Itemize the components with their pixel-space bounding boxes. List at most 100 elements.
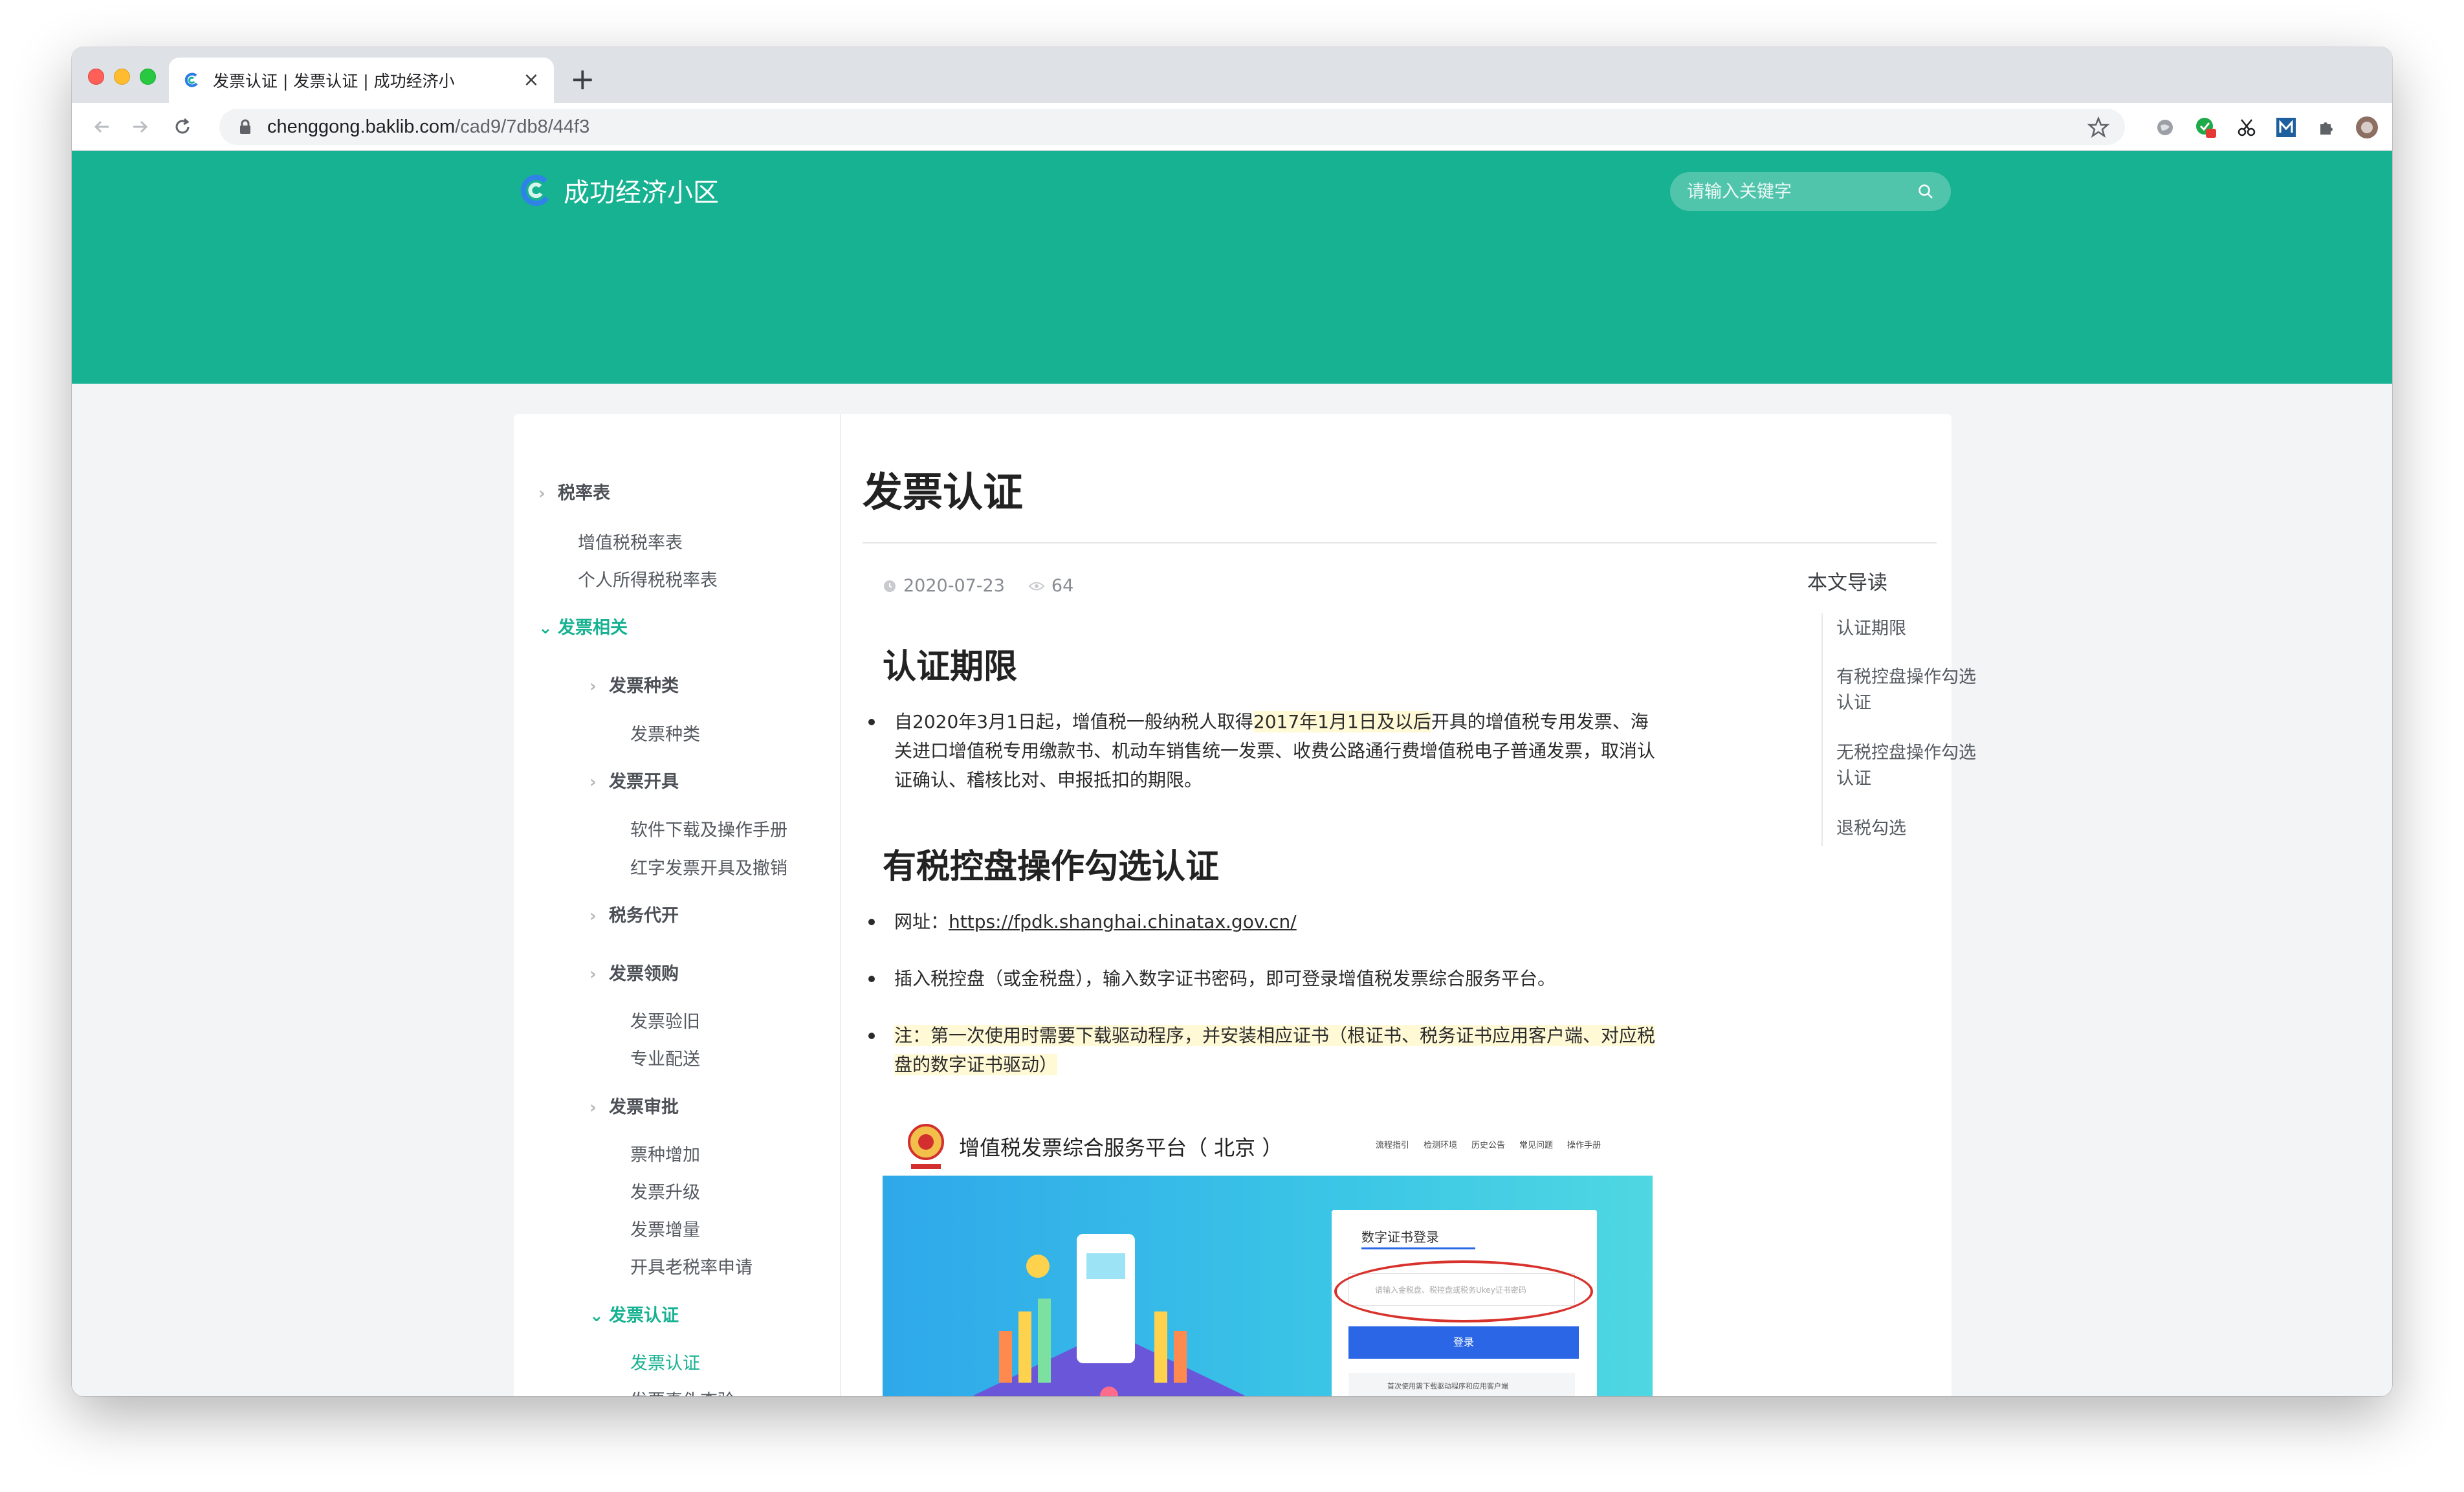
chevron-right-icon: › (589, 906, 597, 926)
title-divider (863, 542, 1937, 543)
chevron-right-icon: › (589, 1098, 597, 1117)
bookmark-star-icon[interactable] (2087, 116, 2109, 138)
reload-icon (175, 118, 190, 134)
sidebar-item-invoice-check[interactable]: 发票真伪查验 (630, 1387, 735, 1396)
sidebar-item-iit-rates[interactable]: 个人所得税税率表 (578, 566, 718, 591)
tab-strip: 发票认证 | 发票认证 | 成功经济小 × + (72, 47, 2392, 103)
download-link: 首次使用需下载驱动程序和应用客户端 (1348, 1373, 1575, 1396)
sidebar-item-add-type[interactable]: 票种增加 (630, 1141, 700, 1166)
note-text: 注：第一次使用时需要下载驱动程序，并安装相应证书（根证书、税务证书应用客户端、对… (894, 1025, 1656, 1075)
chevron-right-icon: › (589, 677, 597, 696)
sidebar-item-invoice-types[interactable]: › 发票种类 (589, 672, 679, 697)
sidebar-item-invoice-issue[interactable]: › 发票开具 (589, 767, 679, 793)
address-bar[interactable]: chenggong.baklib.com/cad9/7db8/44f3 (219, 109, 2125, 145)
screenshot-nav-item: 常见问题 (1519, 1141, 1553, 1150)
login-panel: 数字证书登录 请输入金税盘、税控盘或税务Ukey证书密码 登录 首次使用需下载驱… (1332, 1210, 1597, 1396)
green-extension-icon[interactable] (2194, 116, 2217, 139)
reload-button[interactable] (168, 112, 197, 142)
minimize-window-button[interactable] (114, 69, 130, 85)
sidebar-item-tax-rates[interactable]: › 税率表 (538, 479, 610, 504)
back-button[interactable] (87, 112, 117, 142)
arrow-right-icon (133, 120, 148, 133)
toc-divider (1821, 613, 1823, 846)
toc-item-period[interactable]: 认证期限 (1836, 616, 1992, 642)
close-window-button[interactable] (88, 69, 104, 85)
url-path: /cad9/7db8/44f3 (455, 116, 590, 137)
article-meta: 2020-07-23 64 (883, 576, 1073, 596)
screenshot-nav-item: 操作手册 (1567, 1141, 1601, 1150)
section-heading-period: 认证期限 (883, 648, 1018, 686)
login-title: 数字证书登录 (1361, 1229, 1439, 1245)
login-button: 登录 (1348, 1326, 1579, 1359)
view-count: 64 (1051, 576, 1074, 596)
highlighted-date: 2017年1月1日及以后 (1253, 711, 1431, 732)
toc-item-without-device[interactable]: 无税控盘操作勾选认证 (1836, 740, 1992, 792)
list-item: 插入税控盘（或金税盘），输入数字证书密码，即可登录增值税发票综合服务平台。 (868, 964, 1664, 993)
tab-title: 发票认证 | 发票认证 | 成功经济小 (213, 72, 455, 91)
chevron-down-icon: ⌄ (589, 1306, 604, 1326)
browser-window: 发票认证 | 发票认证 | 成功经济小 × + chenggong.baklib… (72, 47, 2392, 1396)
sidebar-item-invoice-types-page[interactable]: 发票种类 (630, 720, 700, 745)
content-card: › 税率表 增值税税率表 个人所得税税率表 ⌄ 发票相关 › 发票种类 发票种类 › 发… (514, 414, 1976, 1396)
scissors-extension-icon[interactable] (2235, 116, 2258, 139)
screenshot-header: 增值税发票综合服务平台（ 北京 ） 流程指引 检测环境 历史公告 常见问题 操作… (883, 1114, 1653, 1176)
sidebar-item-software-download[interactable]: 软件下载及操作手册 (630, 816, 787, 841)
chevron-right-icon: › (589, 773, 597, 792)
logo-mark-icon (520, 175, 549, 206)
toc-item-with-device[interactable]: 有税控盘操作勾选认证 (1836, 664, 1992, 716)
toc-item-refund[interactable]: 退税勾选 (1836, 816, 1992, 842)
sidebar-item-old-rate[interactable]: 开具老税率申请 (630, 1253, 753, 1278)
screenshot-nav-item: 流程指引 (1375, 1141, 1409, 1150)
isometric-illustration (973, 1234, 1245, 1396)
sidebar-item-red-invoice[interactable]: 红字发票开具及撤销 (630, 854, 787, 879)
url-host: chenggong.baklib.com (267, 116, 456, 137)
search-icon[interactable] (1917, 183, 1934, 200)
forward-button[interactable] (125, 112, 155, 142)
browser-tab-active[interactable]: 发票认证 | 发票认证 | 成功经济小 × (169, 58, 554, 103)
browser-menu-icon[interactable] (2391, 116, 2392, 139)
list-item: 自2020年3月1日起，增值税一般纳税人取得2017年1月1日及以后开具的增值税… (868, 707, 1664, 795)
m-extension-icon[interactable] (2274, 116, 2298, 139)
login-tab-underline (1361, 1247, 1475, 1249)
tab-close-icon[interactable]: × (522, 71, 541, 90)
lock-icon (236, 118, 254, 136)
site-name: 成功经济小区 (564, 179, 719, 207)
search-box[interactable] (1670, 172, 1951, 211)
sidebar-item-invoice-auth-current[interactable]: 发票认证 (630, 1349, 700, 1374)
sidebar-item-invoice-auth-group[interactable]: ⌄ 发票认证 (589, 1301, 679, 1326)
eye-icon (1028, 582, 1045, 590)
web-page: 成功经济小区 ›税率表 增值税税率表 个人所得税税率表 ⌄发票相关 ›发票种类 … (72, 151, 2392, 1396)
sidebar-item-upgrade[interactable]: 发票升级 (630, 1178, 700, 1203)
site-header: 成功经济小区 (72, 151, 2392, 384)
extensions-puzzle-icon[interactable] (2315, 116, 2338, 139)
screenshot-nav-item: 历史公告 (1471, 1141, 1505, 1150)
sidebar-item-invoice-verify-old[interactable]: 发票验旧 (630, 1007, 700, 1033)
list-item: 网址：https://fpdk.shanghai.chinatax.gov.cn… (868, 907, 1664, 936)
chevron-right-icon: › (538, 484, 545, 503)
maximize-window-button[interactable] (140, 69, 156, 85)
sidebar-item-tax-agency-issue[interactable]: › 税务代开 (589, 901, 679, 927)
platform-link[interactable]: https://fpdk.shanghai.chinatax.gov.cn/ (949, 911, 1297, 932)
sidebar-nav: › 税率表 增值税税率表 个人所得税税率表 ⌄ 发票相关 › 发票种类 发票种类 › 发… (514, 414, 841, 1396)
sidebar-item-invoice[interactable]: ⌄ 发票相关 (538, 613, 628, 639)
tax-emblem-icon (908, 1124, 944, 1169)
sidebar-item-vat-rates[interactable]: 增值税税率表 (578, 529, 683, 554)
publish-date: 2020-07-23 (903, 576, 1005, 596)
sidebar-item-delivery[interactable]: 专业配送 (630, 1045, 700, 1070)
screenshot-title: 增值税发票综合服务平台（ 北京 ） (959, 1135, 1283, 1160)
sidebar-item-invoice-purchase[interactable]: › 发票领购 (589, 960, 679, 985)
globe-extension-icon[interactable] (2153, 116, 2177, 139)
sidebar-item-invoice-approval[interactable]: › 发票审批 (589, 1093, 679, 1118)
list-item: 注：第一次使用时需要下载驱动程序，并安装相应证书（根证书、税务证书应用客户端、对… (868, 1021, 1664, 1079)
new-tab-button[interactable]: + (570, 63, 595, 95)
profile-avatar[interactable] (2355, 116, 2379, 139)
screenshot-banner: 数字证书登录 请输入金税盘、税控盘或税务Ukey证书密码 登录 首次使用需下载驱… (883, 1176, 1653, 1396)
site-favicon-icon (182, 71, 201, 90)
chevron-down-icon: ⌄ (538, 619, 553, 638)
embedded-screenshot: 增值税发票综合服务平台（ 北京 ） 流程指引 检测环境 历史公告 常见问题 操作… (883, 1114, 1653, 1396)
sidebar-item-increase[interactable]: 发票增量 (630, 1216, 700, 1241)
section-heading-with-device: 有税控盘操作勾选认证 (883, 848, 1220, 886)
search-input[interactable] (1687, 181, 1907, 202)
site-logo[interactable]: 成功经济小区 (517, 171, 719, 210)
toc-title: 本文导读 (1807, 571, 1887, 595)
